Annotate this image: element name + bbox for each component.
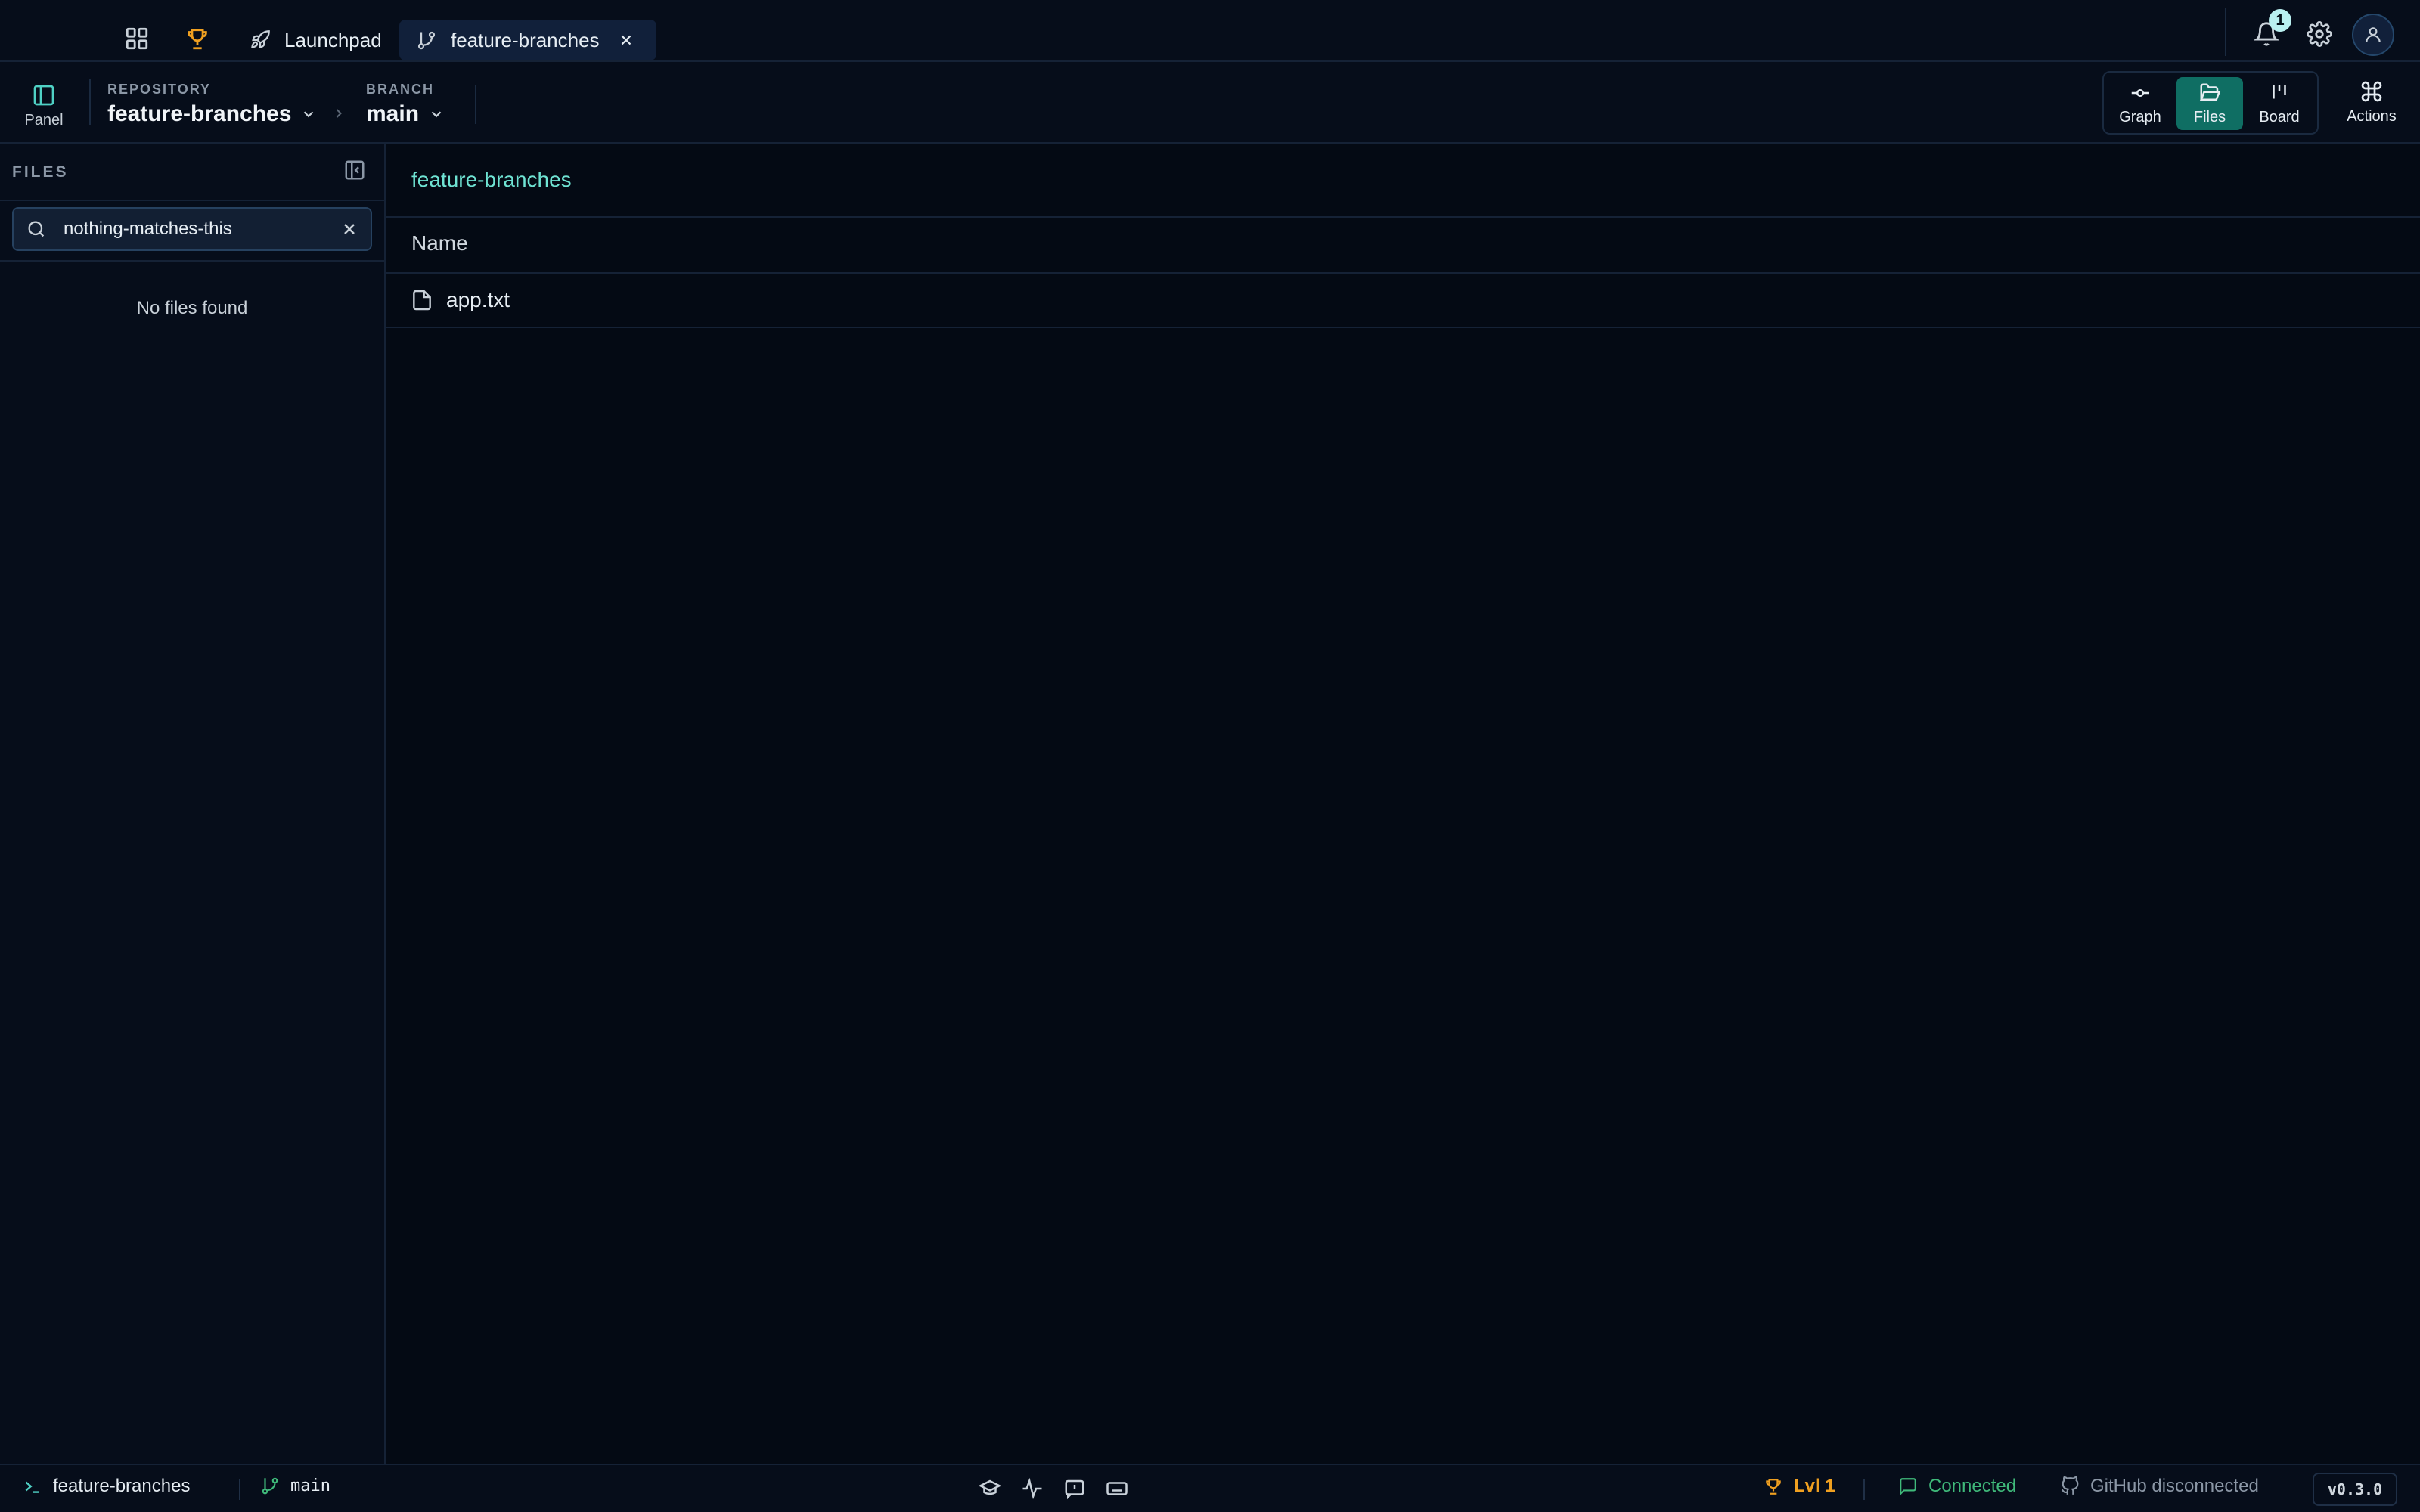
terminal-icon xyxy=(23,1476,42,1496)
tab-feature-branches[interactable]: feature-branches xyxy=(399,20,656,60)
collapse-sidebar-icon[interactable] xyxy=(343,159,366,181)
status-level[interactable]: Lvl 1 xyxy=(1764,1476,1835,1497)
command-icon xyxy=(2360,79,2384,104)
breadcrumb-chevron-right-icon xyxy=(331,106,346,121)
learn-graduation-cap-icon[interactable] xyxy=(979,1477,1001,1500)
kanban-board-icon xyxy=(2268,82,2291,104)
panel-toggle-button[interactable]: Panel xyxy=(15,83,73,129)
status-level-label: Lvl 1 xyxy=(1794,1476,1835,1496)
search-icon xyxy=(26,218,47,240)
close-tab-icon[interactable] xyxy=(618,32,634,48)
status-repo[interactable]: feature-branches xyxy=(23,1476,190,1497)
trophy-icon[interactable] xyxy=(185,26,210,51)
files-view-button[interactable]: Files xyxy=(2176,77,2243,130)
board-view-label: Board xyxy=(2259,108,2300,125)
notification-count-badge: 1 xyxy=(2269,9,2291,32)
feedback-message-icon[interactable] xyxy=(1063,1477,1086,1500)
rocket-icon xyxy=(250,29,271,51)
chevron-down-icon xyxy=(428,106,445,122)
graph-view-button[interactable]: Graph xyxy=(2107,77,2173,130)
file-search-input[interactable] xyxy=(62,218,340,240)
branch-label: BRANCH xyxy=(366,82,434,97)
graph-view-label: Graph xyxy=(2119,108,2161,125)
actions-button[interactable]: Actions xyxy=(2337,76,2406,129)
repository-label: REPOSITORY xyxy=(107,82,212,97)
sidebar-title: FILES xyxy=(12,163,69,181)
sidebar-divider xyxy=(0,260,384,262)
status-branch-name: main xyxy=(290,1476,330,1495)
user-avatar[interactable] xyxy=(2352,14,2394,56)
status-connection: Connected xyxy=(1898,1476,2016,1497)
branch-selector[interactable]: main xyxy=(366,101,445,127)
user-icon xyxy=(2366,27,2381,42)
toolbar-divider xyxy=(89,79,91,125)
repository-selector[interactable]: feature-branches xyxy=(107,101,317,127)
status-repo-name: feature-branches xyxy=(53,1476,191,1496)
dashboard-grid-icon[interactable] xyxy=(124,26,150,51)
files-sidebar: FILES No files found xyxy=(0,144,386,1464)
top-divider xyxy=(2225,8,2226,56)
file-name: app.txt xyxy=(446,288,510,311)
github-icon xyxy=(2060,1476,2080,1496)
view-switcher: Graph Files Board xyxy=(2102,71,2319,135)
activity-pulse-icon[interactable] xyxy=(1021,1477,1044,1500)
name-column-header[interactable]: Name xyxy=(411,231,468,256)
no-files-message: No files found xyxy=(136,298,248,318)
sidebar-divider xyxy=(0,200,384,201)
status-github[interactable]: GitHub disconnected xyxy=(2060,1476,2259,1497)
git-branch-icon xyxy=(260,1476,280,1495)
status-divider xyxy=(1863,1479,1865,1500)
files-view-label: Files xyxy=(2193,108,2226,125)
tab-launchpad-label: Launchpad xyxy=(284,28,382,51)
panel-label: Panel xyxy=(24,112,64,129)
git-branch-icon xyxy=(416,29,437,51)
repository-toolbar: Panel REPOSITORY feature-branches BRANCH… xyxy=(0,62,2420,144)
top-bar: Launchpad feature-branches 1 xyxy=(0,0,2420,62)
file-search-box xyxy=(12,207,372,251)
version-badge: v0.3.0 xyxy=(2313,1473,2397,1506)
main-divider xyxy=(386,216,2420,218)
file-browser: feature-branches Name app.txt xyxy=(386,144,2420,1464)
actions-label: Actions xyxy=(2347,107,2397,125)
clear-search-icon[interactable] xyxy=(340,220,358,238)
status-bar: feature-branches main Lvl 1 Connected Gi xyxy=(0,1464,2420,1512)
tab-launchpad[interactable]: Launchpad xyxy=(242,20,386,60)
keyboard-icon[interactable] xyxy=(1106,1477,1128,1500)
repository-name: feature-branches xyxy=(107,101,292,126)
branch-name: main xyxy=(366,101,420,126)
message-square-icon xyxy=(1898,1476,1918,1496)
status-connection-label: Connected xyxy=(1928,1476,2017,1496)
chevron-down-icon xyxy=(300,106,317,122)
toolbar-divider xyxy=(475,85,476,124)
settings-gear-icon[interactable] xyxy=(2307,21,2332,47)
trophy-icon xyxy=(1764,1476,1783,1496)
status-branch[interactable]: main xyxy=(260,1476,330,1495)
file-row[interactable]: app.txt xyxy=(386,274,2420,328)
tab-feature-branches-label: feature-branches xyxy=(451,28,600,51)
file-icon xyxy=(410,288,434,312)
repository-root-breadcrumb[interactable]: feature-branches xyxy=(411,168,572,192)
status-divider xyxy=(239,1479,240,1500)
board-view-button[interactable]: Board xyxy=(2246,77,2313,130)
status-github-label: GitHub disconnected xyxy=(2090,1476,2259,1496)
folder-open-icon xyxy=(2198,82,2221,104)
git-commit-icon xyxy=(2129,82,2152,104)
panel-icon xyxy=(32,83,56,107)
